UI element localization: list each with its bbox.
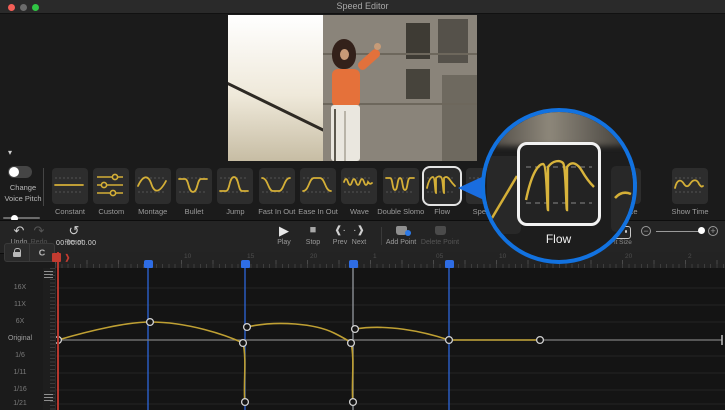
- speed-scale-label: 1/16: [0, 386, 40, 393]
- speed-scale-label: 6X: [0, 318, 40, 325]
- preset-montage[interactable]: [135, 168, 171, 204]
- zoom-slider-knob[interactable]: [698, 227, 705, 234]
- window-title: Speed Editor: [0, 1, 725, 11]
- ruler-tick-label: 2: [688, 253, 692, 260]
- curve-keyframe-point[interactable]: [350, 399, 357, 406]
- preset-fastinout[interactable]: [259, 168, 295, 204]
- ruler-handle-icon[interactable]: [44, 394, 53, 401]
- preset-constant[interactable]: [52, 168, 88, 204]
- reset-icon: ↺: [51, 223, 97, 238]
- next-icon: ·❱: [336, 223, 382, 238]
- next-frame-button[interactable]: ·❱ Next: [336, 223, 382, 246]
- curve-keyframe-point[interactable]: [242, 399, 249, 406]
- ruler-tick-label: 05: [436, 253, 443, 260]
- preset-custom[interactable]: [93, 168, 129, 204]
- window-opening: [406, 69, 430, 99]
- playhead-line[interactable]: [57, 252, 59, 410]
- dancer-top: [332, 69, 360, 107]
- preset-bullet[interactable]: [176, 168, 212, 204]
- collapse-arrow-icon[interactable]: ▾: [8, 148, 12, 157]
- toggle-knob: [9, 167, 19, 177]
- speed-scale-label: 1/6: [0, 352, 40, 359]
- delete-point-icon: [417, 223, 463, 238]
- ruler-tick-label: 1: [373, 253, 377, 260]
- curve-keyframe-point[interactable]: [537, 337, 544, 344]
- lock-icon: [13, 248, 21, 257]
- ruler-tick-label: 15: [247, 253, 254, 260]
- preset-doubleslomo[interactable]: [383, 168, 419, 204]
- delete-point-button[interactable]: Delete Point: [417, 223, 463, 246]
- preset-flow[interactable]: [424, 168, 460, 204]
- keyframe-pin[interactable]: [241, 260, 250, 268]
- zoom-in-button[interactable]: +: [708, 226, 718, 236]
- preset-easeinout[interactable]: [300, 168, 336, 204]
- speed-scale-label: 1/21: [0, 400, 40, 407]
- speed-label-column: 16X 11X 6X Original 1/6 1/11 1/16 1/21: [0, 268, 43, 410]
- ruler-tick-label: 10: [184, 253, 191, 260]
- lock-button[interactable]: [5, 244, 29, 261]
- curve-keyframe-point[interactable]: [244, 324, 251, 331]
- dancer-face: [340, 49, 349, 60]
- timeline-tools: C: [4, 243, 55, 262]
- playhead-chevron-icon: ❱: [64, 253, 71, 262]
- curve-keyframe-point[interactable]: [348, 340, 355, 347]
- curve-keyframe-point[interactable]: [240, 340, 247, 347]
- speed-scale-label: Original: [0, 335, 40, 342]
- preset-jump[interactable]: [217, 168, 253, 204]
- keyframe-pin[interactable]: [144, 260, 153, 268]
- voice-pitch-toggle[interactable]: [8, 166, 32, 178]
- ruler-tick-label: 10: [499, 253, 506, 260]
- title-bar: Speed Editor: [0, 0, 725, 14]
- left-mini-slider[interactable]: [3, 217, 40, 219]
- preset-wave[interactable]: [341, 168, 377, 204]
- dancer-hand: [374, 43, 381, 50]
- keyframe-pin[interactable]: [445, 260, 454, 268]
- preset-showtime[interactable]: [672, 168, 708, 204]
- curve-mode-button[interactable]: C: [30, 244, 54, 261]
- magnified-video-edge: [495, 108, 631, 146]
- zoom-slider-track[interactable]: [656, 231, 702, 233]
- magnified-flow-preset[interactable]: [517, 142, 601, 226]
- magnified-preset-label: Flow: [485, 232, 632, 246]
- pants-stripe: [334, 109, 336, 161]
- voice-pitch-label: Voice Pitch: [0, 194, 46, 203]
- playhead-handle[interactable]: [52, 253, 61, 262]
- preset-label: Show Time: [660, 207, 720, 216]
- speed-scale-label: 16X: [0, 284, 40, 291]
- building-shadow: [442, 75, 477, 161]
- pants-seam: [344, 111, 346, 161]
- neighbor-preset-fragment: [487, 156, 521, 234]
- keyframe-pin[interactable]: [349, 260, 358, 268]
- panel-divider: [43, 168, 44, 206]
- speed-scale-label: 11X: [0, 301, 40, 308]
- curve-keyframe-point[interactable]: [147, 319, 154, 326]
- ruler-tick-label: 20: [310, 253, 317, 260]
- video-preview: [228, 15, 477, 161]
- curve-mode-icon: C: [39, 248, 46, 257]
- voice-pitch-label: Change: [0, 183, 46, 192]
- magnifier-circle: Flow: [481, 108, 637, 264]
- vertical-mini-ruler[interactable]: [43, 268, 56, 410]
- speed-editor-window: Speed Editor ▾ Change Voice Pitch Consta…: [0, 0, 725, 410]
- zoom-out-button[interactable]: −: [641, 226, 651, 236]
- window-opening: [438, 19, 468, 63]
- ruler-handle-icon[interactable]: [44, 271, 53, 278]
- curve-keyframe-point[interactable]: [446, 337, 453, 344]
- curve-keyframe-point[interactable]: [352, 326, 359, 333]
- speed-scale-label: 1/11: [0, 369, 40, 376]
- timecode: 00:00:00.00: [56, 240, 96, 247]
- ruler-tick-label: 20: [625, 253, 632, 260]
- speed-curve-area[interactable]: [0, 268, 725, 410]
